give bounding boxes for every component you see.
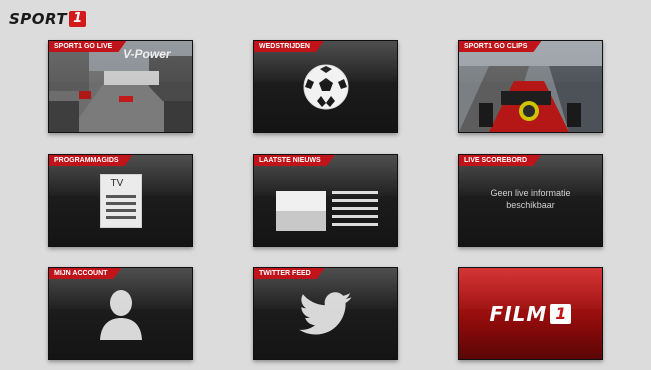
tile-laatste-nieuws[interactable]: LAATSTE NIEUWS [253, 154, 398, 247]
tile-mijn-account[interactable]: MIJN ACCOUNT [48, 267, 193, 360]
logo-word: SPORT [9, 10, 68, 28]
film1-logo-number: 1 [550, 303, 572, 324]
tile-label: WEDSTRIJDEN [254, 41, 324, 52]
tile-wedstrijden[interactable]: WEDSTRIJDEN [253, 40, 398, 133]
tile-sport1-go-live[interactable]: V-Power SPORT1 GO LIVE [48, 40, 193, 133]
film1-logo-word: FILM [489, 301, 548, 326]
tv-guide-text: TV [110, 177, 124, 189]
tile-label: SPORT1 GO CLIPS [459, 41, 541, 52]
tile-label: PROGRAMMAGIDS [49, 155, 133, 166]
tile-label: SPORT1 GO LIVE [49, 41, 126, 52]
tv-guide-icon: TV [99, 173, 142, 228]
twitter-bird-icon [298, 291, 352, 334]
tile-label: MIJN ACCOUNT [49, 268, 121, 279]
tile-programmagids[interactable]: TV PROGRAMMAGIDS [48, 154, 193, 247]
user-silhouette-icon [99, 289, 142, 340]
soccer-ball-icon [303, 64, 348, 109]
logo-number: 1 [69, 11, 87, 27]
tile-label: LAATSTE NIEUWS [254, 155, 335, 166]
tile-label: LIVE SCOREBORD [459, 155, 541, 166]
tile-live-scorebord[interactable]: Geen live informatie beschikbaar LIVE SC… [458, 154, 603, 247]
vpower-banner: V-Power [123, 47, 171, 61]
sport1-logo: SPORT 1 [9, 9, 87, 29]
news-article-icon [276, 191, 378, 231]
tile-label: TWITTER FEED [254, 268, 325, 279]
formula1-onboard-thumbnail [459, 41, 602, 132]
tile-film1[interactable]: FILM 1 [458, 267, 603, 360]
no-live-info-message: Geen live informatie beschikbaar [490, 187, 571, 210]
film1-logo: FILM 1 [459, 268, 602, 359]
tile-twitter-feed[interactable]: TWITTER FEED [253, 267, 398, 360]
tile-sport1-go-clips[interactable]: SPORT1 GO CLIPS [458, 40, 603, 133]
